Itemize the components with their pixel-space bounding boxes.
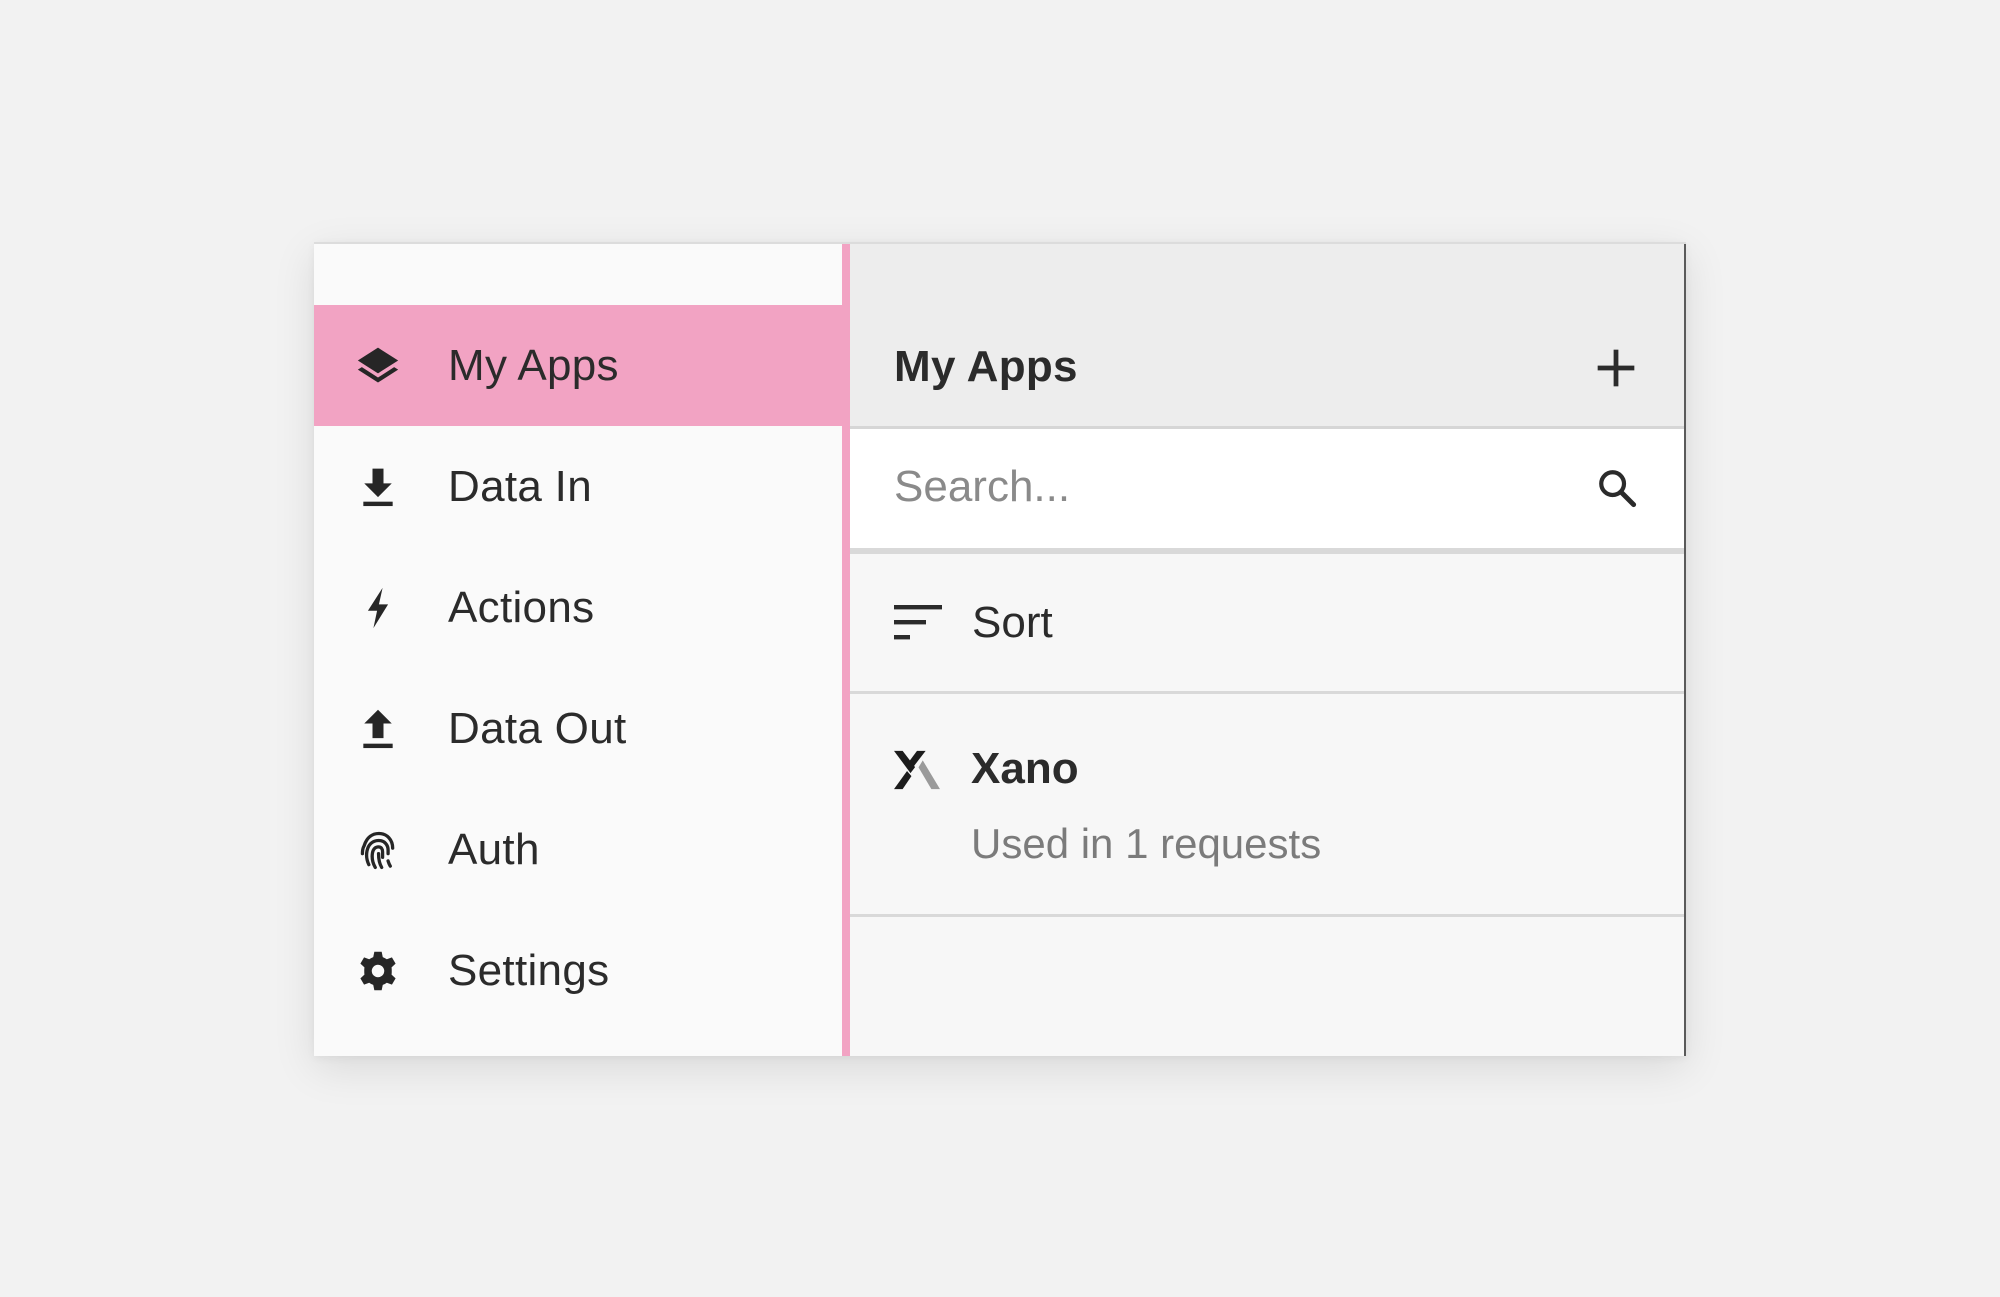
sidebar-item-auth[interactable]: Auth xyxy=(314,789,842,910)
sidebar-item-data-out[interactable]: Data Out xyxy=(314,668,842,789)
upload-icon xyxy=(354,705,402,753)
search-input[interactable] xyxy=(894,457,1534,517)
sort-icon xyxy=(894,604,942,639)
add-app-button[interactable] xyxy=(1588,340,1644,396)
sidebar-item-actions[interactable]: Actions xyxy=(314,547,842,668)
search-bar xyxy=(850,429,1684,554)
sidebar-nav: My Apps Data In Actions Data Out Auth Se… xyxy=(314,305,842,1031)
sidebar-item-label: Actions xyxy=(448,582,595,632)
list-item[interactable]: Xano Used in 1 requests xyxy=(850,694,1684,917)
sidebar-item-label: My Apps xyxy=(448,340,619,390)
fingerprint-icon xyxy=(354,826,402,874)
search-icon[interactable] xyxy=(1596,467,1638,509)
sidebar-item-data-in[interactable]: Data In xyxy=(314,426,842,547)
sort-button[interactable]: Sort xyxy=(850,554,1684,694)
app-name: Xano xyxy=(971,744,1079,793)
sidebar-item-settings[interactable]: Settings xyxy=(314,910,842,1031)
apps-panel: My Apps Sort xyxy=(850,244,1686,1056)
sort-label: Sort xyxy=(972,597,1053,647)
download-icon xyxy=(354,463,402,511)
layers-icon xyxy=(354,342,402,390)
sidebar-item-my-apps[interactable]: My Apps xyxy=(314,305,842,426)
plus-icon xyxy=(1597,349,1635,387)
sidebar-item-label: Data Out xyxy=(448,703,627,753)
lightning-bolt-icon xyxy=(354,584,402,632)
sidebar: My Apps Data In Actions Data Out Auth Se… xyxy=(314,244,842,1056)
app-window: My Apps Data In Actions Data Out Auth Se… xyxy=(314,242,1686,1056)
app-usage: Used in 1 requests xyxy=(971,820,1322,867)
sidebar-divider xyxy=(842,244,850,1056)
sidebar-item-label: Auth xyxy=(448,824,540,874)
sidebar-item-label: Data In xyxy=(448,461,592,511)
page-title: My Apps xyxy=(894,342,1078,391)
sidebar-item-label: Settings xyxy=(448,945,610,995)
xano-logo-icon xyxy=(894,750,940,790)
panel-header: My Apps xyxy=(850,244,1684,429)
gear-icon xyxy=(354,947,402,995)
